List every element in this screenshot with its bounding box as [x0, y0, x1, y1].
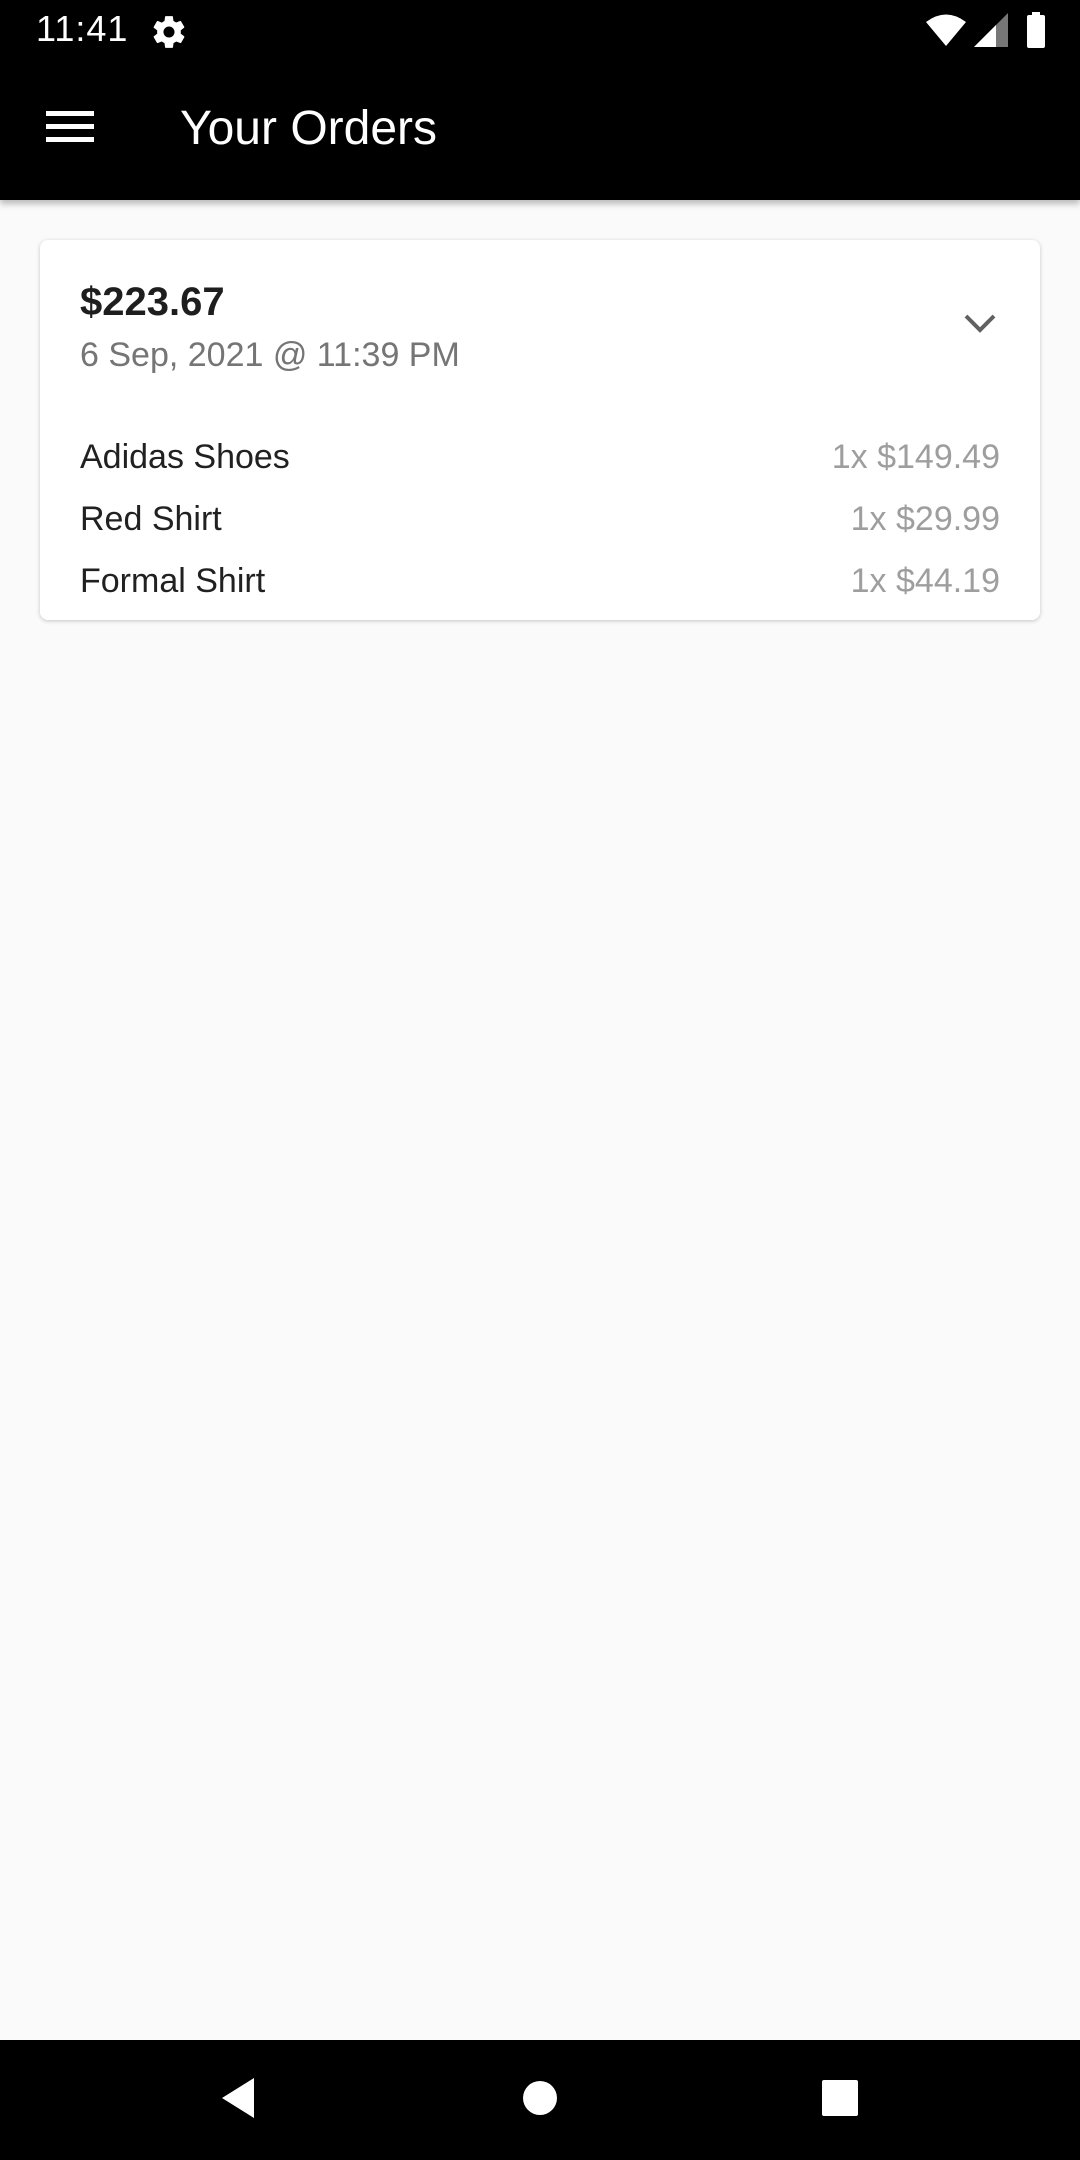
order-item: Adidas Shoes 1x $149.49 [80, 426, 1000, 488]
menu-button[interactable] [34, 93, 106, 165]
status-time: 11:41 [36, 8, 129, 49]
home-icon [521, 2079, 559, 2122]
order-date: 6 Sep, 2021 @ 11:39 PM [80, 336, 460, 374]
expand-order-button[interactable] [950, 296, 1010, 356]
wifi-icon [926, 13, 966, 52]
chevron-down-icon [963, 313, 997, 340]
order-total: $223.67 [80, 280, 225, 324]
order-item: Formal Shirt 1x $44.19 [80, 550, 1000, 612]
recents-button[interactable] [810, 2070, 870, 2130]
signal-icon [974, 12, 1008, 52]
item-price: 1x $44.19 [850, 561, 1000, 600]
item-name: Adidas Shoes [80, 437, 290, 476]
gear-icon [150, 13, 188, 51]
item-price: 1x $149.49 [831, 437, 1000, 476]
battery-icon [1026, 11, 1046, 53]
recents-icon [821, 2079, 859, 2122]
order-item: Red Shirt 1x $29.99 [80, 488, 1000, 550]
status-bar: 11:41 [0, 0, 1080, 63]
home-button[interactable] [510, 2070, 570, 2130]
back-button[interactable] [208, 2070, 268, 2130]
system-nav-bar [0, 2040, 1080, 2160]
item-price: 1x $29.99 [850, 499, 1000, 538]
order-items: Adidas Shoes 1x $149.49 Red Shirt 1x $29… [80, 426, 1000, 612]
app-bar: Your Orders [0, 63, 1080, 200]
hamburger-menu-icon [46, 109, 94, 150]
page-title: Your Orders [180, 102, 438, 155]
order-card[interactable]: $223.67 6 Sep, 2021 @ 11:39 PM Adidas Sh… [40, 240, 1040, 620]
item-name: Red Shirt [80, 499, 222, 538]
item-name: Formal Shirt [80, 561, 266, 600]
back-icon [218, 2076, 258, 2125]
